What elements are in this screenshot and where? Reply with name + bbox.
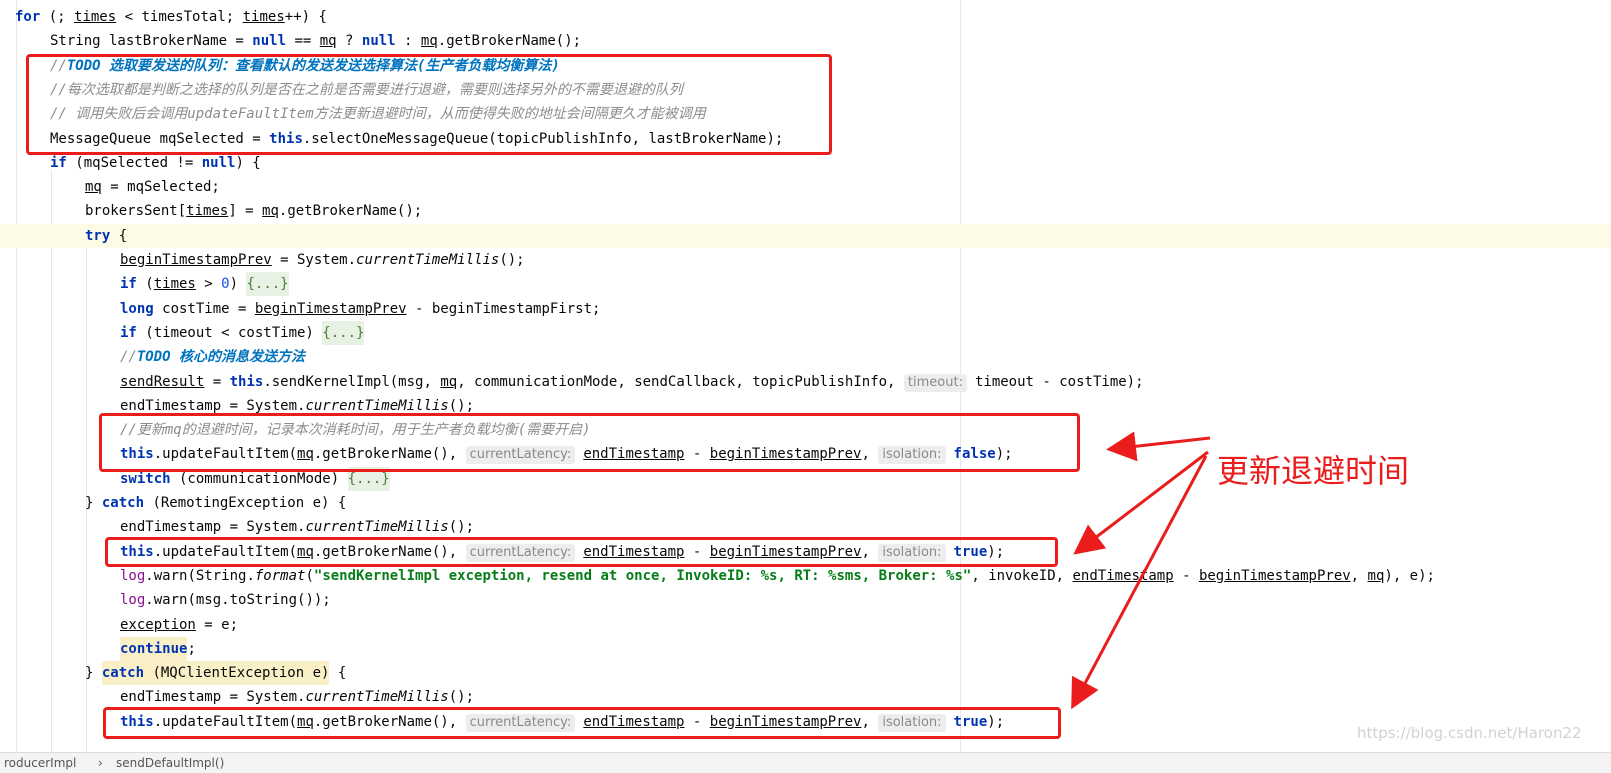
arrow-to-box-1 [1106,431,1211,462]
watermark: https://blog.csdn.net/Haron22 [1357,724,1582,742]
arrow-to-box-3 [1071,455,1208,710]
annotation-label: 更新退避时间 [1217,452,1410,490]
arrow-to-box-2 [1073,450,1209,555]
annotation-arrows [1071,431,1211,710]
